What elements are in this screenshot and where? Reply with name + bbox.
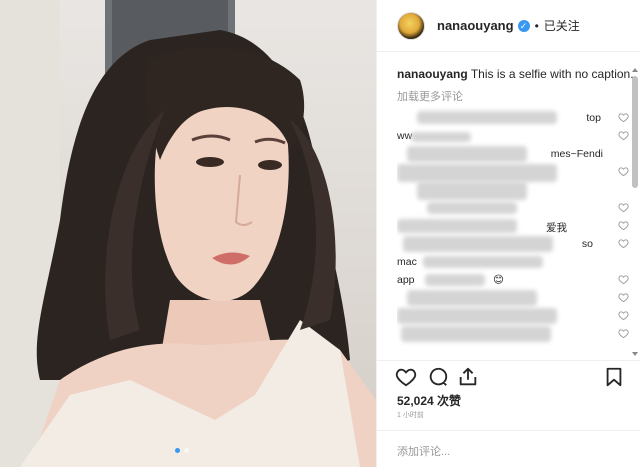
- comment-row: mes~Fendi: [397, 146, 637, 164]
- heart-icon[interactable]: [618, 220, 629, 231]
- comment-row: [397, 200, 637, 218]
- heart-icon[interactable]: [618, 130, 629, 141]
- separator: •: [534, 18, 539, 33]
- comment-fragment: ww: [397, 130, 413, 142]
- comment-fragment: app: [397, 274, 415, 286]
- share-icon[interactable]: [457, 366, 479, 388]
- post-timestamp: 1 小时前: [397, 412, 424, 419]
- avatar[interactable]: [397, 11, 425, 40]
- comment-fragment: 爱我: [546, 222, 567, 234]
- comment-row: 爱我: [397, 218, 637, 236]
- post-sidebar: nanaouyang ✓ • 已关注 nanaouyang This is a …: [376, 0, 640, 467]
- comments-list: nanaouyang This is a selfie with no capt…: [397, 66, 637, 356]
- comment-fragment: so: [581, 238, 593, 250]
- add-comment-input[interactable]: 添加评论...: [377, 430, 640, 467]
- caption: nanaouyang This is a selfie with no capt…: [397, 66, 637, 82]
- scroll-up-arrow-icon[interactable]: [632, 68, 638, 72]
- likes-count[interactable]: 52,024 次赞: [397, 392, 461, 409]
- heart-icon[interactable]: [618, 112, 629, 123]
- scrollbar-thumb[interactable]: [632, 76, 638, 188]
- load-more-comments[interactable]: 加载更多评论: [397, 88, 637, 104]
- comment-row: [397, 290, 637, 308]
- comment-fragment: mes~Fendi: [550, 148, 603, 160]
- username[interactable]: nanaouyang: [437, 18, 514, 33]
- portrait-image: [0, 0, 376, 467]
- comment-fragment: top: [586, 112, 601, 124]
- carousel-dot: [184, 448, 189, 453]
- comment-row: so: [397, 236, 637, 254]
- comment-icon[interactable]: [427, 366, 449, 388]
- post-photo[interactable]: [0, 0, 376, 467]
- verified-badge-icon: ✓: [517, 19, 530, 32]
- comment-row: top: [397, 110, 637, 128]
- scroll-down-arrow-icon[interactable]: [632, 352, 638, 356]
- caption-username[interactable]: nanaouyang: [397, 67, 468, 81]
- carousel-dot-active: [175, 448, 180, 453]
- heart-icon[interactable]: [618, 310, 629, 321]
- caption-text: This is a selfie with no caption.: [470, 67, 634, 81]
- post-header: nanaouyang ✓ • 已关注: [377, 0, 640, 52]
- bookmark-icon[interactable]: [603, 366, 625, 388]
- comments-scrollbar[interactable]: [632, 68, 638, 356]
- heart-icon[interactable]: [395, 366, 417, 388]
- comment-fragment: mac: [397, 256, 417, 268]
- heart-icon[interactable]: [618, 238, 629, 249]
- carousel-indicator: [175, 448, 189, 453]
- action-bar: [377, 360, 640, 390]
- comment-row: [397, 308, 637, 326]
- heart-icon[interactable]: [618, 292, 629, 303]
- heart-icon[interactable]: [618, 202, 629, 213]
- follow-status-button[interactable]: 已关注: [544, 17, 580, 34]
- comment-row: [397, 164, 637, 182]
- comment-row: mac: [397, 254, 637, 272]
- comment-row: [397, 326, 637, 344]
- heart-icon[interactable]: [618, 328, 629, 339]
- heart-icon[interactable]: [618, 274, 629, 285]
- comment-row: [397, 182, 637, 200]
- heart-icon[interactable]: [618, 166, 629, 177]
- comment-row: ww: [397, 128, 637, 146]
- comment-fragment: 😊: [493, 274, 504, 286]
- comment-row: app 😊: [397, 272, 637, 290]
